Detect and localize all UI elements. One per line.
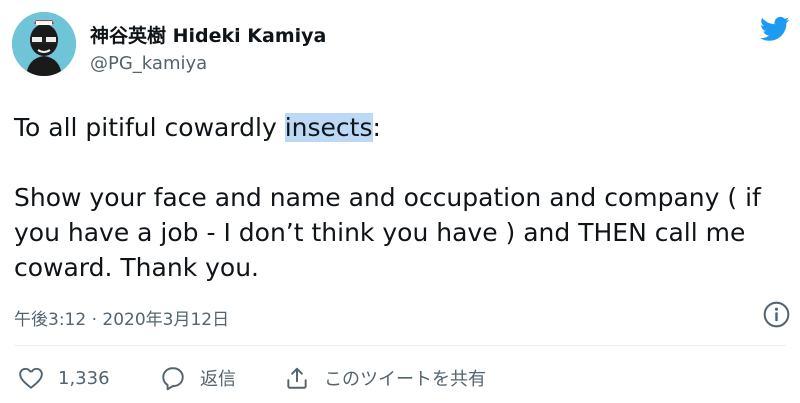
tweet-body: Show your face and name and occupation a… [14, 183, 761, 282]
tweet-text: To all pitiful cowardly insects: Show yo… [14, 110, 784, 285]
divider [14, 345, 786, 346]
like-button[interactable]: 1,336 [18, 363, 110, 393]
tweet-line-1-end: : [372, 113, 381, 142]
share-label: このツイートを共有 [324, 369, 486, 390]
author-display-name[interactable]: 神谷英樹 Hideki Kamiya [90, 21, 326, 48]
tweet-line-1: To all pitiful cowardly insects: [14, 110, 784, 145]
twitter-bird-icon[interactable] [758, 14, 792, 44]
info-icon[interactable] [763, 301, 790, 328]
reply-icon [162, 367, 184, 391]
tweet-timestamp[interactable]: 午後3:12 · 2020年3月12日 [14, 305, 229, 330]
tweet-line-1-start: To all pitiful cowardly [14, 113, 285, 142]
author-handle[interactable]: @PG_kamiya [90, 53, 207, 74]
share-icon [287, 367, 307, 389]
reply-button[interactable]: 返信 [160, 363, 236, 393]
like-count: 1,336 [58, 367, 110, 389]
reply-label: 返信 [200, 369, 236, 390]
avatar-image [12, 12, 76, 76]
heart-icon [19, 367, 43, 389]
highlighted-word: insects [284, 113, 373, 142]
avatar[interactable] [12, 12, 76, 76]
tweet-actions: 1,336 返信 このツイートを共有 [14, 363, 794, 393]
share-button[interactable]: このツイートを共有 [284, 363, 486, 393]
